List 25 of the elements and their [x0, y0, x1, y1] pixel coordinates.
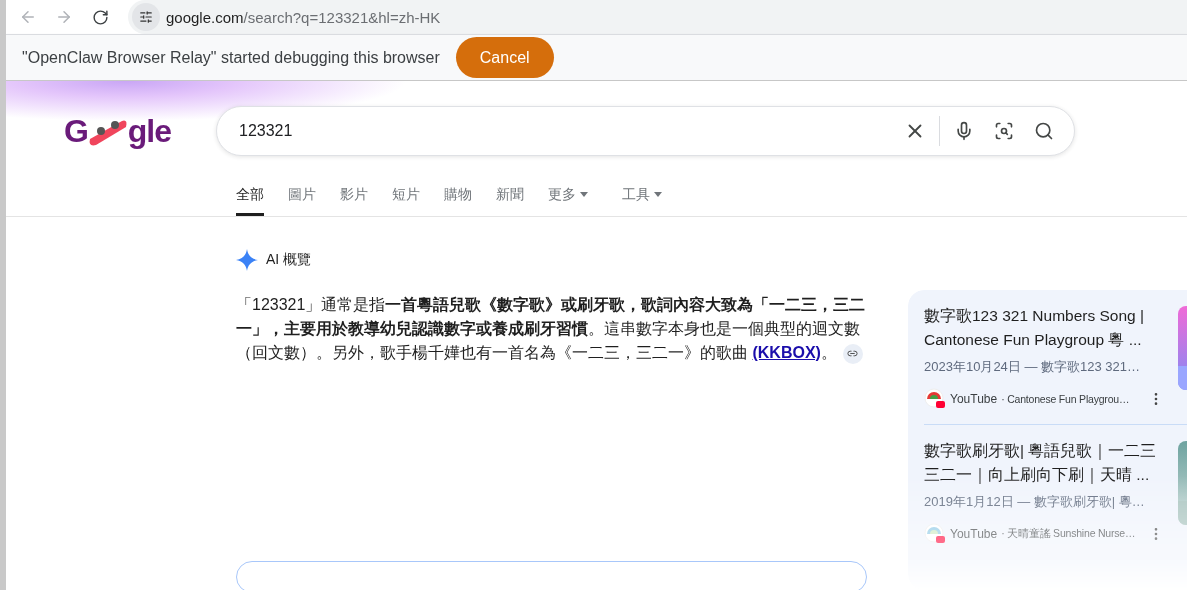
search-tab[interactable]: 購物	[444, 176, 472, 216]
infobar-message: "OpenClaw Browser Relay" started debugging this browser	[22, 48, 440, 67]
result-site: YouTube	[950, 392, 998, 406]
result-snippet: 2023年10月24日 — 數字歌123 321…	[924, 358, 1142, 376]
result-site: YouTube	[950, 527, 998, 541]
doodle-logo[interactable]: G gle	[34, 112, 171, 150]
result-snippet: 2019年1月12日 — 數字歌刷牙歌| 粵…	[924, 493, 1146, 511]
dropdown-tab[interactable]: 工具	[622, 176, 662, 216]
search-tab[interactable]: 圖片	[288, 176, 316, 216]
search-tab[interactable]: 短片	[392, 176, 420, 216]
result-title[interactable]: 數字歌123 321 Numbers Song | Cantonese Fun Playgroup 粵 ...	[924, 304, 1164, 352]
ai-overview-title: AI 概覽	[266, 251, 312, 269]
search-tab[interactable]: 全部	[236, 176, 264, 216]
search-bar[interactable]: 123321	[216, 106, 1075, 156]
ai-overview-text: 「123321」通常是指一首粵語兒歌《數字歌》或刷牙歌，歌詞內容大致為「一二三，三二一」，主要用於教導幼兒認識數字或養成刷牙習慣。這串數字本身也是一個典型的迴文數（回文數）。另外，歌手楊千嬅也有一首名為《一二三，三二一》的歌曲 (KKBOX)。	[236, 293, 866, 365]
result-channel: · 天晴童謠 Sunshine Nurse…	[1001, 527, 1136, 541]
address-bar[interactable]: google.com/search?q=123321&hl=zh-HK	[128, 0, 1187, 34]
result-title[interactable]: 數字歌刷牙歌| 粵語兒歌｜一二三三二一｜向上刷向下刷｜天晴 ...	[924, 439, 1164, 487]
search-input[interactable]: 123321	[237, 121, 895, 141]
dropdown-tab[interactable]: 更多	[548, 176, 588, 216]
search-tab[interactable]: 新聞	[496, 176, 524, 216]
source-link[interactable]: (KKBOX)	[752, 344, 821, 361]
url-text: google.com/search?q=123321&hl=zh-HK	[166, 8, 441, 26]
search-tab[interactable]: 影片	[340, 176, 368, 216]
result-channel: · Cantonese Fun Playgrou…	[1001, 393, 1130, 405]
